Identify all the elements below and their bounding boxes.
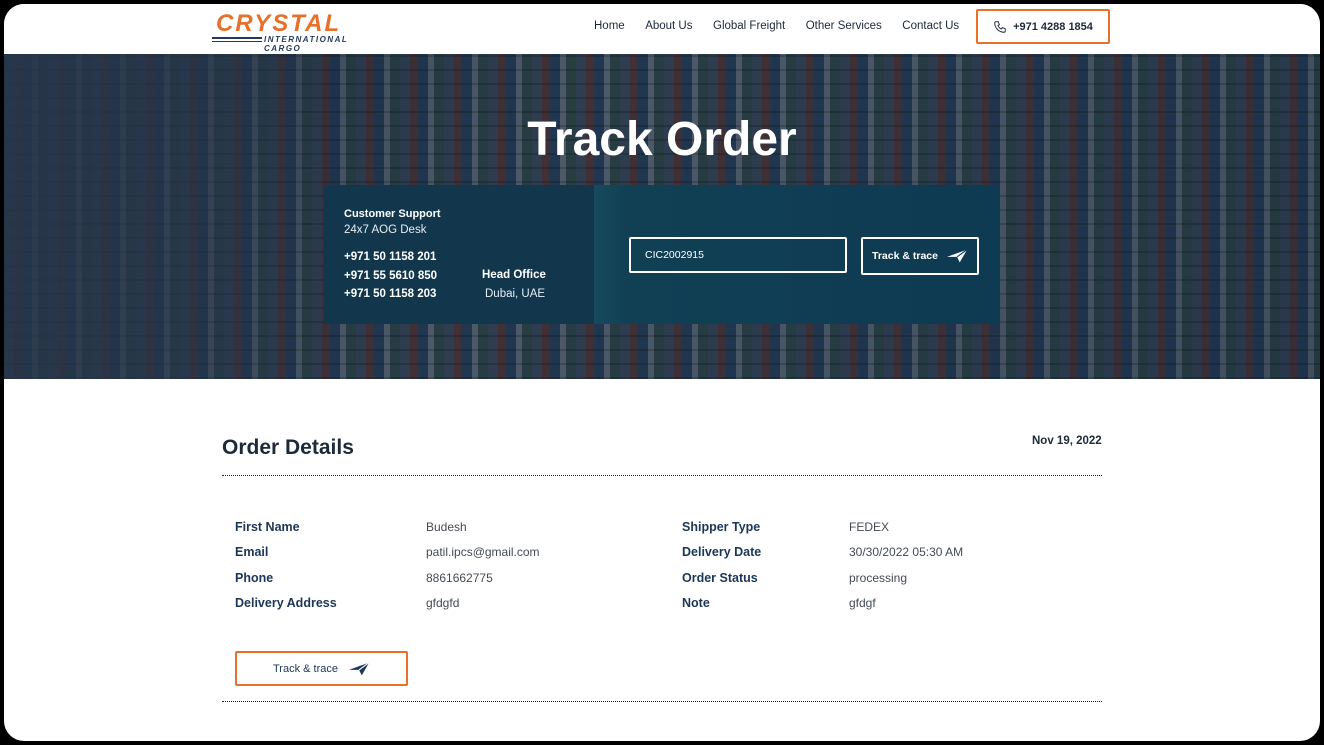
nav-home[interactable]: Home [594,20,625,32]
phone-label: Phone [235,571,274,585]
phone-button[interactable]: +971 4288 1854 [976,9,1110,44]
shipper-type-value: FEDEX [849,520,890,534]
paper-plane-icon [946,249,968,263]
order-track-and-trace-button[interactable]: Track & trace [235,651,408,686]
nav-about-us[interactable]: About Us [645,20,692,32]
head-office-value: Dubai, UAE [485,288,546,300]
hero-banner: Track Order Customer Support 24x7 AOG De… [4,54,1320,379]
note-label: Note [682,596,710,610]
track-button-label: Track & trace [872,250,938,262]
head-office-label: Head Office [482,269,546,281]
nav-contact-us[interactable]: Contact Us [902,20,959,32]
shipper-type-label: Shipper Type [682,520,761,534]
email-value: patil.ipcs@gmail.com [426,545,540,559]
customer-support-panel: Customer Support 24x7 AOG Desk +971 50 1… [324,185,594,324]
nav-other-services[interactable]: Other Services [806,20,882,32]
support-subheading: 24x7 AOG Desk [344,224,427,236]
first-name-label: First Name [235,520,300,534]
delivery-date-label: Delivery Date [682,545,762,559]
first-name-value: Budesh [426,520,467,534]
email-label: Email [235,545,269,559]
nav-global-freight[interactable]: Global Freight [713,20,785,32]
logo-wordmark: CRYSTAL [216,10,342,37]
main-nav: Home About Us Global Freight Other Servi… [594,20,980,32]
logo-tagline: INTERNATIONAL CARGO [264,35,349,53]
note-value: gfdgf [849,596,876,610]
browser-viewport: CRYSTAL INTERNATIONAL CARGO Home About U… [4,4,1320,741]
phone-value: 8861662775 [426,571,493,585]
site-header: CRYSTAL INTERNATIONAL CARGO Home About U… [4,4,1320,54]
delivery-date-value: 30/30/2022 05:30 AM [849,545,964,559]
support-phone-1[interactable]: +971 50 1158 201 [344,251,436,263]
tracking-number-input[interactable] [629,237,847,273]
phone-icon [994,20,1006,33]
divider [222,701,1102,702]
tracking-panel: Track & trace [594,185,1000,324]
track-and-trace-button[interactable]: Track & trace [861,237,979,275]
delivery-address-label: Delivery Address [235,596,337,610]
support-heading: Customer Support [344,208,441,220]
support-phone-3[interactable]: +971 50 1158 203 [344,288,436,300]
order-track-button-label: Track & trace [273,662,338,675]
logo-speed-lines [212,37,262,43]
page-title: Track Order [527,113,797,166]
delivery-address-value: gfdgfd [426,596,460,610]
divider [222,475,1102,476]
paper-plane-icon [348,661,370,675]
order-status-label: Order Status [682,571,758,585]
logo[interactable]: CRYSTAL INTERNATIONAL CARGO [212,10,382,53]
phone-number: +971 4288 1854 [1013,20,1093,33]
order-status-value: processing [849,571,908,585]
order-date: Nov 19, 2022 [1032,435,1102,447]
support-phone-2[interactable]: +971 55 5610 850 [344,270,437,282]
order-details-heading: Order Details [222,436,354,459]
